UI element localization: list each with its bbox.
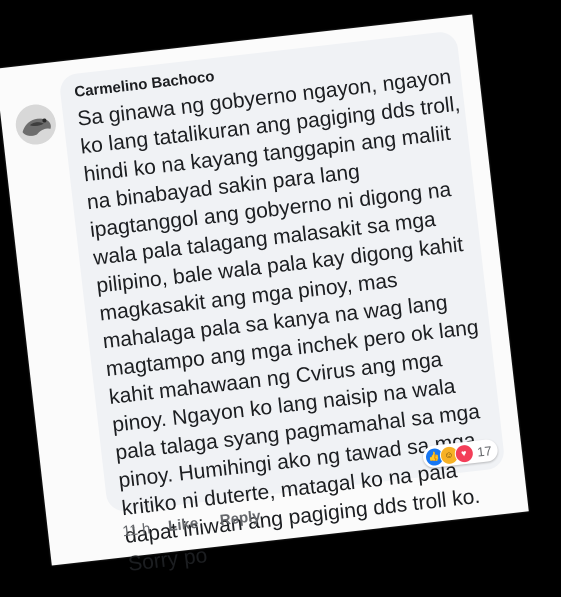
avatar-photo-icon: [13, 102, 58, 147]
like-button[interactable]: Like: [167, 515, 199, 535]
comment-bubble: Carmelino Bachoco Sa ginawa ng gobyerno …: [58, 30, 506, 576]
comment-card: Carmelino Bachoco Sa ginawa ng gobyerno …: [0, 14, 529, 576]
avatar[interactable]: [13, 102, 58, 147]
reaction-count: 17: [476, 442, 493, 460]
comment-text: Sa ginawa ng gobyerno ngayon, ngayon ko …: [76, 64, 499, 579]
screenshot-stage: Carmelino Bachoco Sa ginawa ng gobyerno …: [0, 0, 561, 597]
comment-timestamp[interactable]: 11 h: [122, 520, 152, 540]
